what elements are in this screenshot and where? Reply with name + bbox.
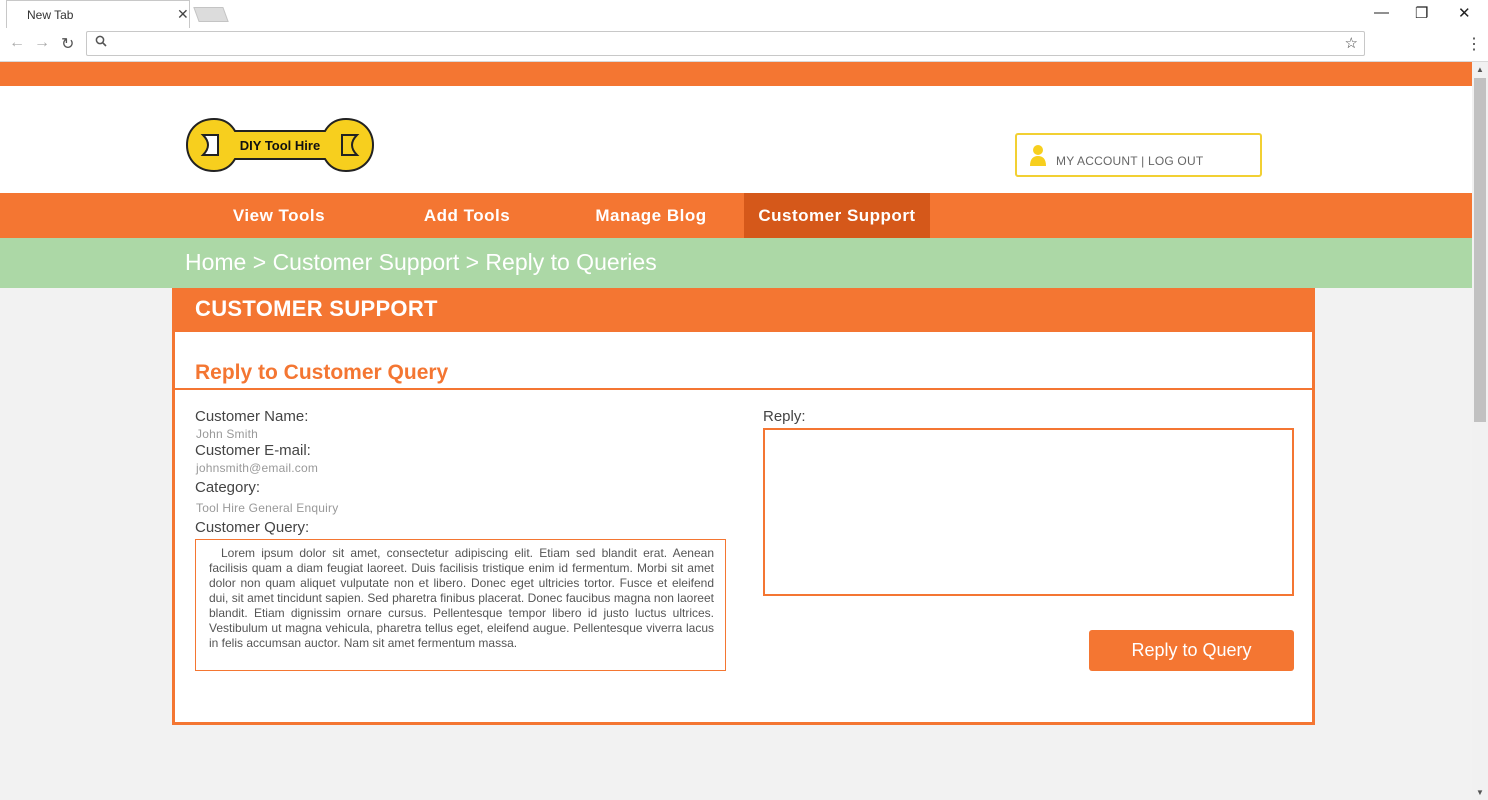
back-arrow-icon[interactable]: ← [9, 34, 25, 52]
restore-icon[interactable]: ❐ [1415, 4, 1428, 22]
customer-name-label: Customer Name: [195, 408, 309, 425]
tab-title: New Tab [27, 8, 74, 22]
my-account-logout-link[interactable]: MY ACCOUNT | LOG OUT [1056, 154, 1203, 168]
diy-tool-hire-logo[interactable]: DIY Tool Hire [186, 116, 374, 174]
nav-view-tools[interactable]: View Tools [201, 193, 357, 238]
main-nav: View Tools Add Tools Manage Blog Custome… [0, 193, 1472, 238]
top-accent-strip [0, 62, 1472, 86]
reply-label: Reply: [763, 408, 806, 425]
new-tab-button[interactable] [193, 7, 229, 22]
scroll-down-icon[interactable]: ▼ [1476, 788, 1484, 797]
browser-tab[interactable]: New Tab ✕ [6, 0, 190, 28]
page-content: DIY Tool Hire MY ACCOUNT | LOG OUT View … [0, 62, 1472, 800]
user-icon [1030, 145, 1046, 166]
panel-title: CUSTOMER SUPPORT [195, 296, 438, 321]
reply-to-query-button[interactable]: Reply to Query [1089, 630, 1294, 671]
breadcrumb: Home > Customer Support > Reply to Queri… [0, 238, 1472, 288]
browser-menu-icon[interactable]: ⋮ [1466, 34, 1482, 54]
site-header: DIY Tool Hire MY ACCOUNT | LOG OUT [0, 86, 1472, 193]
breadcrumb-text[interactable]: Home > Customer Support > Reply to Queri… [185, 249, 657, 276]
nav-manage-blog[interactable]: Manage Blog [573, 193, 729, 238]
category-value: Tool Hire General Enquiry [196, 501, 339, 515]
section-divider [175, 388, 1312, 390]
window-close-icon[interactable]: ✕ [1458, 4, 1471, 22]
logo-text: DIY Tool Hire [240, 138, 320, 153]
customer-query-text: Lorem ipsum dolor sit amet, consectetur … [209, 546, 714, 650]
section-title: Reply to Customer Query [195, 361, 449, 384]
scrollbar-thumb[interactable] [1474, 78, 1486, 422]
account-box[interactable]: MY ACCOUNT | LOG OUT [1015, 133, 1262, 177]
nav-customer-support[interactable]: Customer Support [744, 193, 930, 238]
customer-query-label: Customer Query: [195, 519, 310, 536]
page-scrollbar[interactable]: ▲ ▼ [1472, 62, 1488, 800]
forward-arrow-icon[interactable]: → [34, 34, 50, 52]
tab-close-icon[interactable]: ✕ [177, 6, 189, 23]
customer-email-label: Customer E-mail: [195, 442, 311, 459]
customer-query-box: Lorem ipsum dolor sit amet, consectetur … [195, 539, 726, 671]
address-bar[interactable]: ☆ [86, 31, 1365, 56]
customer-email-value: johnsmith@email.com [196, 461, 319, 475]
customer-support-panel: CUSTOMER SUPPORT Reply to Customer Query… [172, 288, 1315, 725]
category-label: Category: [195, 479, 261, 496]
reply-textarea[interactable] [763, 428, 1294, 596]
browser-tabbar: New Tab ✕ — ❐ ✕ [0, 0, 1488, 28]
minimize-icon[interactable]: — [1374, 4, 1389, 21]
browser-toolbar: ← → ↻ ☆ ⋮ [0, 28, 1488, 62]
bookmark-star-icon[interactable]: ☆ [1345, 34, 1358, 52]
search-icon [95, 35, 107, 50]
scroll-up-icon[interactable]: ▲ [1476, 65, 1484, 74]
reload-icon[interactable]: ↻ [61, 34, 74, 54]
customer-name-value: John Smith [196, 427, 259, 441]
nav-add-tools[interactable]: Add Tools [389, 193, 545, 238]
panel-header: CUSTOMER SUPPORT [175, 288, 1312, 332]
